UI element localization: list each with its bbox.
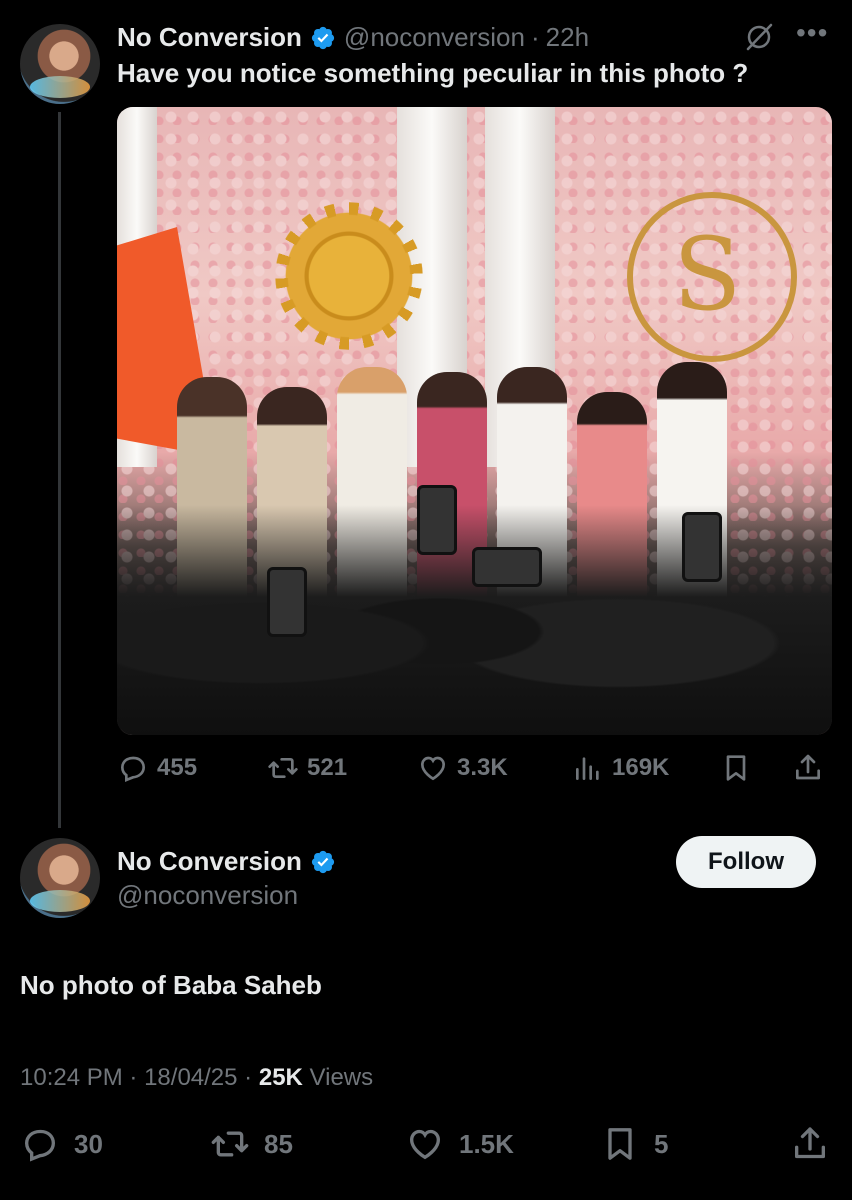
tweet-header: No Conversion @noconversion · 22h (117, 22, 589, 53)
author-handle[interactable]: @noconversion (344, 22, 525, 53)
grok-icon[interactable] (744, 22, 774, 52)
reply-count: 455 (157, 754, 198, 781)
reply-author-name[interactable]: No Conversion (117, 846, 302, 877)
bookmark-count: 5 (654, 1128, 669, 1159)
views-count: 169K (612, 754, 670, 781)
share-icon (796, 754, 820, 780)
repost-button[interactable]: 521 (267, 752, 347, 784)
tweet-action-bar: 455 521 3.3K 169K (117, 752, 832, 792)
avatar[interactable] (20, 24, 100, 104)
reply-text: No photo of Baba Saheb (20, 970, 322, 1000)
bookmark-icon (608, 1128, 632, 1160)
monogram-emblem: S (627, 192, 797, 362)
repost-icon (268, 758, 298, 778)
author-name[interactable]: No Conversion (117, 22, 302, 53)
verified-badge-icon (311, 26, 335, 49)
reply-author-row: No Conversion (117, 846, 336, 877)
reply-icon (120, 756, 146, 782)
reply-action-bar: 30 85 1.5K 5 (20, 1124, 832, 1168)
separator-dot: · (244, 1064, 253, 1091)
reply-button[interactable]: 455 (117, 752, 197, 784)
share-icon (795, 1127, 825, 1159)
like-count: 3.3K (457, 754, 508, 781)
reply-author-handle[interactable]: @noconversion (117, 880, 298, 911)
reply-icon (24, 1129, 56, 1162)
separator-dot: · (530, 22, 540, 52)
tweet-photo[interactable]: S (117, 107, 832, 735)
post-time[interactable]: 22h (546, 22, 589, 53)
share-button[interactable] (790, 1124, 844, 1164)
post-metadata: 10:24 PM · 18/04/25 · 25K Views (20, 1064, 373, 1092)
share-button[interactable] (792, 752, 832, 784)
thread-connector-line (58, 112, 61, 828)
bookmark-button[interactable]: 5 (600, 1124, 668, 1164)
separator-dot: · (129, 1064, 138, 1091)
crowd (117, 505, 832, 735)
reply-button[interactable]: 30 (20, 1124, 103, 1164)
views-label: Views (309, 1064, 374, 1091)
bookmark-icon (726, 755, 746, 781)
like-count: 1.5K (459, 1128, 514, 1159)
views-button[interactable]: 169K (572, 752, 669, 784)
verified-badge-icon (311, 850, 335, 873)
follow-button[interactable]: Follow (676, 836, 816, 888)
like-button[interactable]: 3.3K (417, 752, 508, 784)
reply-avatar[interactable] (20, 838, 100, 918)
post-timestamp[interactable]: 10:24 PM (20, 1064, 123, 1091)
bookmark-button[interactable] (720, 752, 760, 784)
like-button[interactable]: 1.5K (405, 1124, 514, 1164)
like-icon (409, 1129, 441, 1160)
reply-count: 30 (74, 1128, 103, 1159)
repost-icon (211, 1131, 249, 1157)
repost-count: 85 (264, 1128, 293, 1159)
repost-count: 521 (307, 754, 348, 781)
repost-button[interactable]: 85 (210, 1124, 293, 1164)
sun-emblem (275, 202, 423, 350)
post-date[interactable]: 18/04/25 (144, 1064, 237, 1091)
views-total: 25K (258, 1064, 303, 1091)
like-icon (420, 756, 446, 781)
tweet-text: Have you notice something peculiar in th… (117, 58, 749, 88)
more-icon[interactable]: ••• (796, 19, 830, 50)
views-icon (576, 757, 599, 780)
